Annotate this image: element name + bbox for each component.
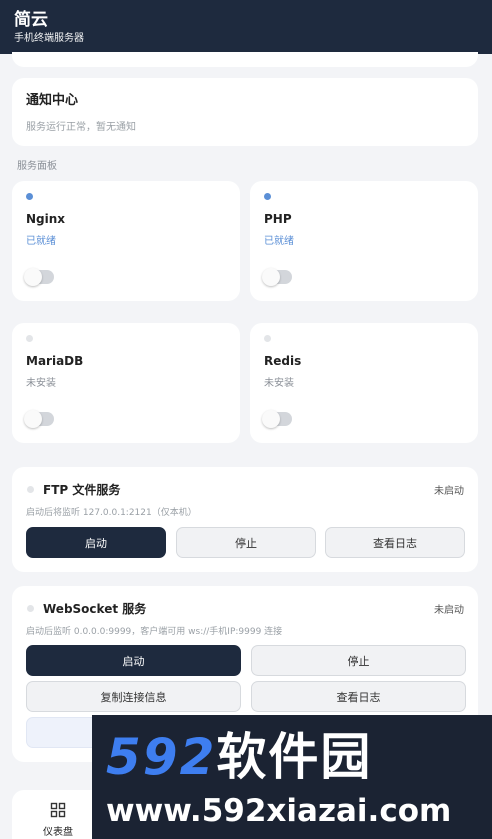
toggle-knob (24, 410, 42, 428)
watermark-url: www.592xiazai.com (106, 793, 452, 829)
service-card-php: PHP 已就绪 (250, 181, 478, 301)
ftp-description: 启动后将监听 127.0.0.1:2121（仅本机） (26, 508, 197, 518)
app-subtitle: 手机终端服务器 (14, 33, 84, 44)
toggle-knob (24, 268, 42, 286)
service-status: 已就绪 (264, 236, 294, 247)
notice-title: 通知中心 (26, 93, 79, 108)
section-label-services: 服务面板 (17, 161, 57, 172)
toggle-knob (262, 268, 280, 286)
status-dot (26, 193, 33, 200)
status-dot (27, 486, 34, 493)
watermark-logo-digits: 592 (106, 728, 217, 786)
ftp-start-button[interactable]: 启动 (26, 527, 166, 558)
status-dot (27, 605, 34, 612)
service-name: MariaDB (26, 354, 84, 368)
toggle-knob (262, 410, 280, 428)
ftp-service-card: FTP 文件服务 未启动 启动后将监听 127.0.0.1:2121（仅本机） … (12, 467, 478, 572)
websocket-title: WebSocket 服务 (43, 602, 147, 616)
notice-card[interactable]: 通知中心 服务运行正常，暂无通知 (12, 78, 478, 146)
websocket-status: 未启动 (434, 605, 464, 616)
nav-label-dashboard: 仪表盘 (43, 827, 73, 838)
top-card-stub (12, 52, 478, 67)
service-name: Redis (264, 354, 302, 368)
watermark-logo: 592软件园 (106, 729, 372, 785)
dashboard-icon (50, 802, 66, 818)
service-card-redis: Redis 未安装 (250, 323, 478, 443)
websocket-start-button[interactable]: 启动 (26, 645, 241, 676)
service-card-mariadb: MariaDB 未安装 (12, 323, 240, 443)
service-status: 未安装 (26, 378, 56, 389)
service-card-nginx: Nginx 已就绪 (12, 181, 240, 301)
websocket-logs-button[interactable]: 查看日志 (251, 681, 466, 712)
app-title: 简云 (14, 10, 48, 30)
ftp-stop-button[interactable]: 停止 (176, 527, 316, 558)
service-toggle[interactable] (24, 410, 54, 428)
status-dot (264, 335, 271, 342)
ftp-title: FTP 文件服务 (43, 483, 121, 497)
notice-text: 服务运行正常，暂无通知 (26, 122, 136, 133)
watermark-logo-text: 软件园 (216, 728, 373, 786)
websocket-stop-button[interactable]: 停止 (251, 645, 466, 676)
status-dot (264, 193, 271, 200)
ftp-status: 未启动 (434, 486, 464, 497)
service-toggle[interactable] (262, 410, 292, 428)
service-name: PHP (264, 212, 292, 226)
service-toggle[interactable] (262, 268, 292, 286)
app-header: 简云 手机终端服务器 (0, 0, 492, 54)
service-name: Nginx (26, 212, 66, 226)
service-toggle[interactable] (24, 268, 54, 286)
service-status: 未安装 (264, 378, 294, 389)
ftp-logs-button[interactable]: 查看日志 (325, 527, 465, 558)
watermark-overlay: 592软件园 www.592xiazai.com (92, 715, 492, 839)
websocket-description: 启动后监听 0.0.0.0:9999，客户端可用 ws://手机IP:9999 … (26, 627, 283, 637)
service-status: 已就绪 (26, 236, 56, 247)
status-dot (26, 335, 33, 342)
websocket-copy-button[interactable]: 复制连接信息 (26, 681, 241, 712)
nav-item-dashboard[interactable]: 仪表盘 (38, 802, 78, 838)
